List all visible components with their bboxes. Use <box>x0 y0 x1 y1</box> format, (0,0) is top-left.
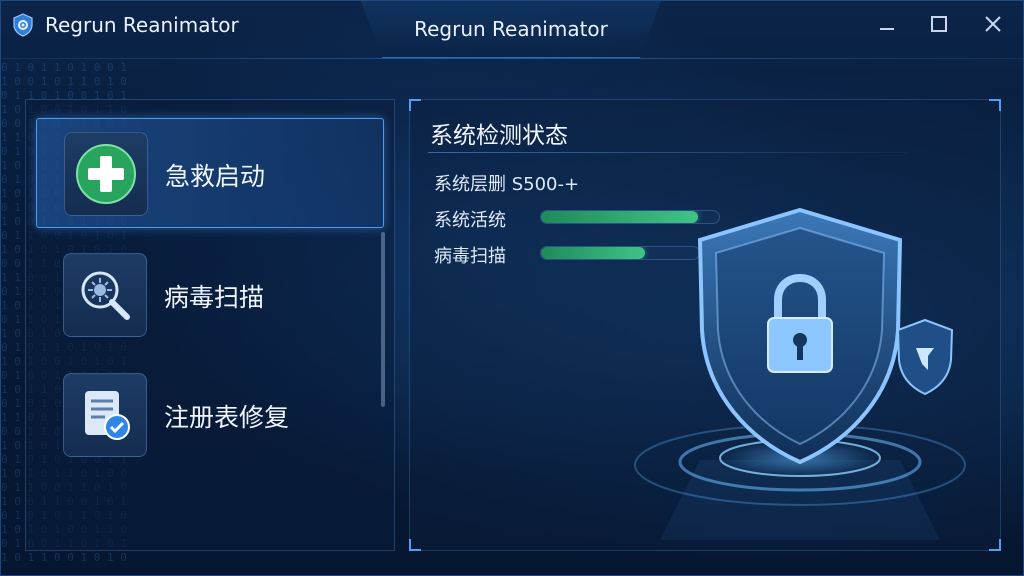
virus-scan-icon <box>63 253 147 337</box>
close-icon <box>985 16 1001 32</box>
corner-decoration <box>409 99 421 111</box>
menu-scrollbar[interactable] <box>381 232 385 407</box>
menu-panel: 急救启动 病毒扫描 注册表修复 <box>25 99 395 551</box>
menu-item-first-aid-boot[interactable]: 急救启动 <box>36 118 384 228</box>
status-row-label: 系统层删 S500-+ <box>434 174 580 195</box>
status-row-system-activity: 系统活统 <box>434 206 506 232</box>
status-row-system-layer: 系统层删 S500-+ <box>434 170 579 196</box>
close-button[interactable] <box>973 9 1013 39</box>
status-row-virus-scan: 病毒扫描 <box>434 242 506 268</box>
app-window: 0 1 0 1 1 0 1 0 0 1 1 0 0 1 0 1 1 0 1 0 … <box>0 0 1024 576</box>
status-panel: 系统检测状态 系统层删 S500-+ 系统活统 病毒扫描 <box>409 99 1001 551</box>
window-title: Regrun Reanimator <box>414 17 608 41</box>
menu-item-label: 病毒扫描 <box>164 283 265 312</box>
menu-item-virus-scan[interactable]: 病毒扫描 <box>36 240 384 350</box>
title-underline <box>428 152 908 153</box>
app-name: Regrun Reanimator <box>45 13 239 37</box>
maximize-button[interactable] <box>919 9 959 39</box>
title-bar: Regrun Reanimator Regrun Reanimator <box>1 1 1023 58</box>
status-row-label: 系统活统 <box>434 210 506 231</box>
security-shield-illustration <box>634 207 966 540</box>
medical-cross-icon <box>64 132 148 216</box>
corner-decoration <box>989 99 1001 111</box>
status-row-label: 病毒扫描 <box>434 246 506 267</box>
minimize-button[interactable] <box>867 9 907 39</box>
maximize-icon <box>931 16 947 32</box>
title-divider <box>1 58 1023 59</box>
menu-item-registry-repair[interactable]: 注册表修复 <box>36 360 384 470</box>
corner-decoration <box>989 539 1001 551</box>
menu-item-label: 注册表修复 <box>164 403 290 432</box>
corner-decoration <box>409 539 421 551</box>
menu-item-label: 急救启动 <box>165 162 266 191</box>
minimize-icon <box>880 28 894 30</box>
shield-gear-icon <box>11 13 35 37</box>
registry-check-icon <box>63 373 147 457</box>
status-title: 系统检测状态 <box>430 123 568 149</box>
